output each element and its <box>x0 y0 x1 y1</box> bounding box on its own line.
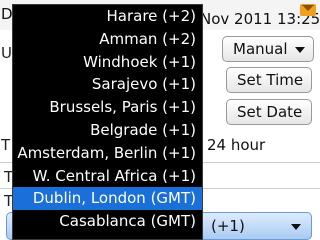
update-mode-label: U <box>1 44 12 62</box>
update-mode-dropdown[interactable]: Manual <box>222 36 314 62</box>
time-zone-option-harare[interactable]: Harare (+2) <box>13 5 202 28</box>
time-zone-option-amman[interactable]: Amman (+2) <box>13 28 202 51</box>
update-mode-value: Manual <box>233 40 288 58</box>
chevron-down-icon <box>295 47 305 53</box>
time-zone-option-belgrade[interactable]: Belgrade (+1) <box>13 119 202 142</box>
chevron-down-icon <box>291 224 301 230</box>
time-format-value[interactable]: 24 hour <box>207 136 265 154</box>
set-time-label: Set Time <box>237 71 304 89</box>
time-format-label: T <box>1 136 11 154</box>
notification-icon[interactable] <box>300 4 316 16</box>
time-zone-option-casablanca[interactable]: Casablanca (GMT) <box>13 210 202 233</box>
time-zone-offset: (+1) <box>211 217 245 235</box>
time-zone-option-dublin-london[interactable]: Dublin, London (GMT) <box>13 187 202 211</box>
screen-title: D <box>1 5 13 23</box>
time-zone-option-brussels-paris[interactable]: Brussels, Paris (+1) <box>13 96 202 119</box>
time-zone-list[interactable]: Harare (+2) Amman (+2) Windhoek (+1) Sar… <box>12 4 203 240</box>
set-date-label: Set Date <box>237 103 303 121</box>
time-zone-option-sarajevo[interactable]: Sarajevo (+1) <box>13 73 202 96</box>
time-zone-option-windhoek[interactable]: Windhoek (+1) <box>13 51 202 74</box>
set-date-button[interactable]: Set Date <box>226 99 312 125</box>
set-time-button[interactable]: Set Time <box>226 67 312 93</box>
time-zone-option-w-central-africa[interactable]: W. Central Africa (+1) <box>13 165 202 188</box>
time-zone-option-amsterdam-berlin[interactable]: Amsterdam, Berlin (+1) <box>13 142 202 165</box>
